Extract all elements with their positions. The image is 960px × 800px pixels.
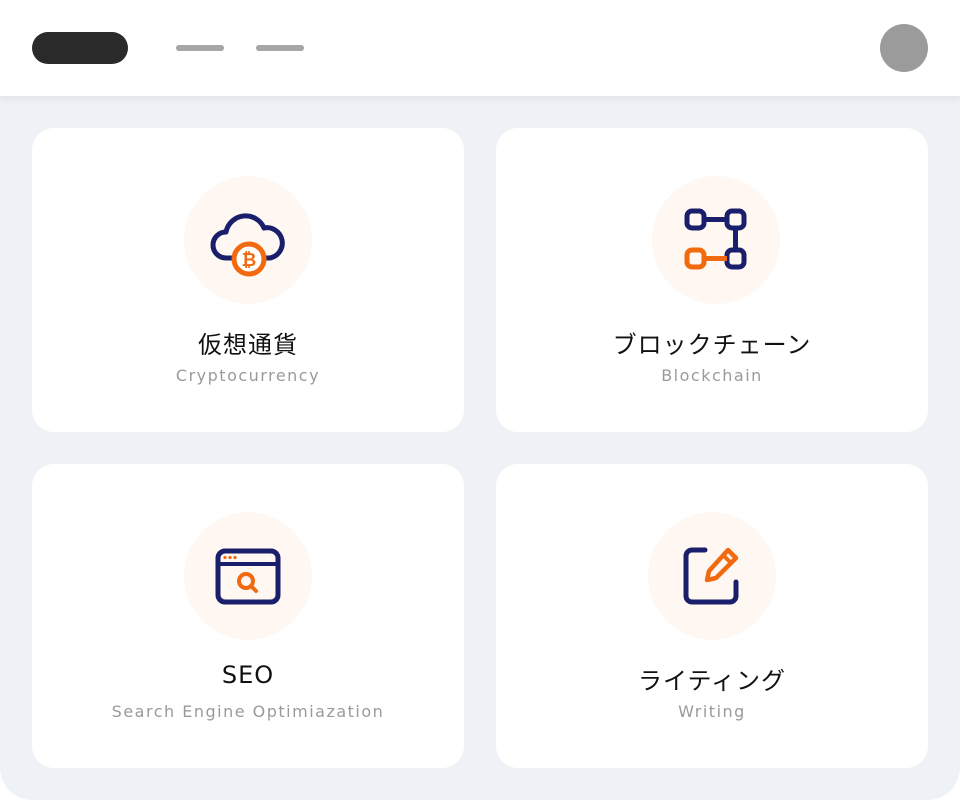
card-title: ライティング <box>637 667 787 695</box>
top-navigation-bar <box>0 0 960 96</box>
card-subtitle: Writing <box>678 702 746 721</box>
cloud-bitcoin-icon: ₿ <box>184 176 312 304</box>
nav-link-placeholder-1[interactable] <box>176 45 224 51</box>
avatar[interactable] <box>880 24 928 72</box>
browser-search-icon <box>184 512 312 640</box>
logo[interactable] <box>32 32 128 64</box>
app-frame: ₿ 仮想通貨 Cryptocurrency ブロックチェーン Blockchai… <box>0 0 960 800</box>
card-title: 仮想通貨 <box>198 331 298 359</box>
edit-pencil-icon <box>648 512 776 640</box>
service-card-cryptocurrency[interactable]: ₿ 仮想通貨 Cryptocurrency <box>32 128 464 432</box>
service-card-writing[interactable]: ライティング Writing <box>496 464 928 768</box>
service-card-seo[interactable]: SEO Search Engine Optimiazation <box>32 464 464 768</box>
card-subtitle: Search Engine Optimiazation <box>111 702 385 721</box>
card-title: SEO <box>221 661 275 689</box>
service-card-blockchain[interactable]: ブロックチェーン Blockchain <box>496 128 928 432</box>
svg-text:₿: ₿ <box>242 250 257 271</box>
card-title: ブロックチェーン <box>612 331 812 359</box>
card-subtitle: Blockchain <box>661 366 763 385</box>
card-subtitle: Cryptocurrency <box>175 366 321 385</box>
blockchain-nodes-icon <box>652 176 780 304</box>
nav-link-placeholder-2[interactable] <box>256 45 304 51</box>
